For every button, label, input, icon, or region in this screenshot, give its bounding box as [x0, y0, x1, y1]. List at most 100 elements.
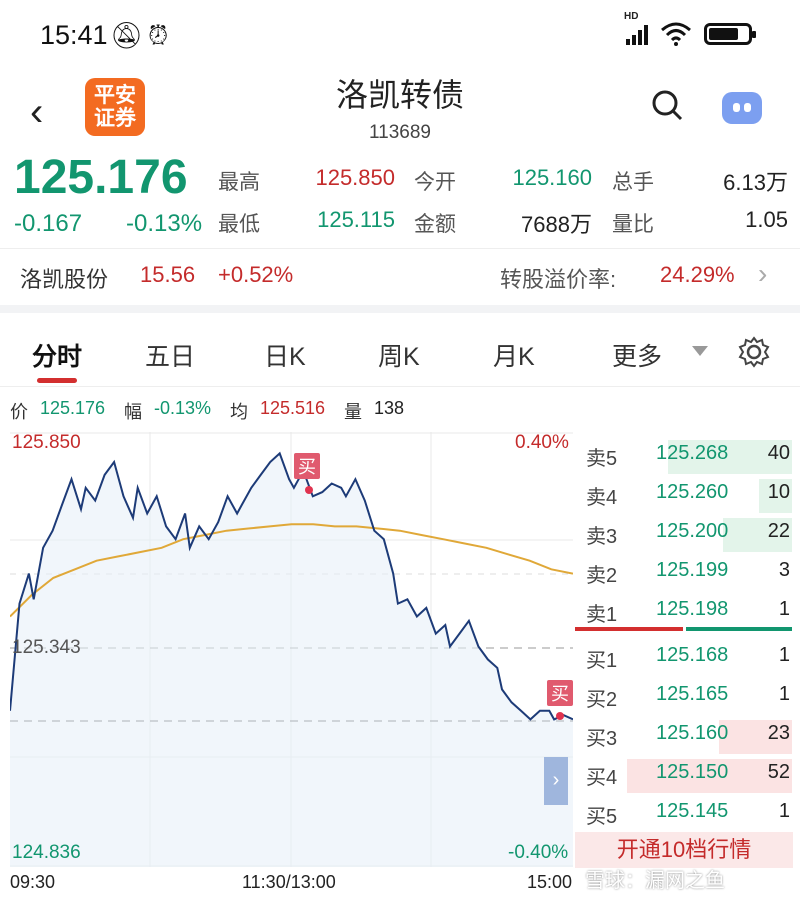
ask-vol: 40 — [767, 442, 790, 464]
info-avg: 125.516 — [260, 398, 326, 418]
bid-vol: 1 — [778, 644, 790, 666]
status-time: 15:41 — [40, 20, 108, 50]
open-level10-button[interactable]: 开通10档行情 — [575, 832, 793, 868]
ask-vol: 3 — [778, 559, 790, 581]
alarm-icon: ⏰︎ — [148, 20, 169, 50]
bid-label: 买1 — [586, 650, 618, 672]
ask-price: 125.260 — [656, 481, 729, 503]
high-value: 125.850 — [315, 165, 395, 190]
high-label: 最高 — [218, 171, 260, 194]
tab-intraday[interactable]: 分时 — [32, 337, 82, 373]
divider — [0, 386, 800, 387]
chart-mid-price: 125.343 — [12, 637, 81, 658]
ask-vol: 10 — [767, 481, 790, 503]
svg-text:买: 买 — [551, 684, 569, 704]
intraday-chart[interactable]: 买 买 — [10, 432, 573, 867]
status-right-icons: HD — [624, 11, 756, 46]
info-avg-label: 均 — [230, 402, 248, 422]
chart-top-price: 125.850 — [12, 432, 81, 453]
tab-more[interactable]: 更多 — [612, 337, 662, 373]
settings-gear-icon[interactable] — [738, 336, 770, 368]
bid-row-5[interactable]: 买5 125.145 1 — [580, 796, 792, 834]
amount-label: 金额 — [414, 213, 456, 236]
info-pct: -0.13% — [154, 398, 212, 418]
bid-label: 买3 — [586, 728, 618, 750]
ask-row-2[interactable]: 卖4 125.260 10 — [580, 477, 792, 515]
underlying-stock-change: +0.52% — [218, 262, 294, 287]
ask-price: 125.198 — [656, 598, 729, 620]
underlying-stock-name[interactable]: 洛凯股份 — [20, 262, 108, 294]
open-value: 125.160 — [512, 165, 592, 190]
bid-label: 买2 — [586, 689, 618, 711]
ask-price: 125.199 — [656, 559, 729, 581]
current-price: 125.176 — [14, 151, 188, 204]
bid-price: 125.150 — [656, 761, 729, 783]
svg-text:买: 买 — [298, 457, 316, 477]
section-separator — [0, 305, 800, 313]
bid-label: 买4 — [586, 767, 618, 789]
amount-value: 7688万 — [521, 212, 592, 237]
premium-value: 24.29% — [660, 262, 735, 287]
bid-row-2[interactable]: 买2 125.165 1 — [580, 679, 792, 717]
info-price: 125.176 — [40, 398, 106, 418]
premium-label: 转股溢价率: — [500, 267, 617, 292]
ask-label: 卖1 — [586, 604, 618, 626]
mute-icon: 🔕︎ — [110, 20, 144, 50]
price-change-pct: -0.13% — [126, 210, 203, 237]
x-label-start: 09:30 — [10, 872, 56, 892]
chart-bottom-price: 124.836 — [12, 842, 81, 863]
watermark: 雪球：漏网之鱼 — [585, 870, 725, 892]
bid-row-4[interactable]: 买4 125.150 52 — [580, 757, 792, 795]
ask-label: 卖4 — [586, 487, 618, 509]
low-label: 最低 — [218, 213, 260, 236]
bid-divider — [686, 627, 792, 631]
tab-daily-k[interactable]: 日K — [264, 337, 306, 373]
status-bar: 15:41 🔕︎ ⏰︎ HD — [0, 0, 800, 70]
signal-icon: HD — [624, 11, 648, 45]
tab-monthly-k[interactable]: 月K — [493, 337, 535, 373]
bid-vol: 1 — [778, 800, 790, 822]
low-value: 125.115 — [317, 207, 395, 232]
info-vol-label: 量 — [344, 402, 362, 422]
bid-price: 125.165 — [656, 683, 729, 705]
bid-row-1[interactable]: 买1 125.168 1 — [580, 640, 792, 678]
active-tab-indicator — [37, 378, 77, 383]
tab-weekly-k[interactable]: 周K — [378, 337, 420, 373]
battery-icon — [704, 23, 756, 45]
ratio-label: 量比 — [612, 213, 654, 236]
price-change: -0.167 — [14, 210, 83, 237]
search-icon[interactable] — [650, 88, 684, 122]
ask-divider — [575, 627, 683, 631]
info-pct-label: 幅 — [124, 402, 142, 422]
bid-price: 125.168 — [656, 644, 729, 666]
expand-panel-arrow-icon[interactable]: › — [544, 757, 568, 805]
security-code: 113689 — [369, 122, 431, 143]
ask-label: 卖5 — [586, 448, 618, 470]
ask-row-1[interactable]: 卖5 125.268 40 — [580, 438, 792, 476]
tab-five-day[interactable]: 五日 — [145, 337, 195, 373]
x-label-mid: 11:30/13:00 — [242, 872, 336, 892]
ask-row-4[interactable]: 卖2 125.199 3 — [580, 555, 792, 593]
ask-price: 125.268 — [656, 442, 729, 464]
bid-label: 买5 — [586, 806, 618, 828]
assistant-robot-icon[interactable] — [722, 92, 762, 124]
ask-price: 125.200 — [656, 520, 729, 542]
ask-label: 卖2 — [586, 565, 618, 587]
bid-vol: 23 — [767, 722, 790, 744]
ask-row-3[interactable]: 卖3 125.200 22 — [580, 516, 792, 554]
divider — [0, 248, 800, 249]
dropdown-arrow-icon[interactable] — [692, 346, 708, 356]
bid-vol: 1 — [778, 683, 790, 705]
open-label: 今开 — [414, 171, 456, 194]
ask-vol: 22 — [767, 520, 790, 542]
bid-row-3[interactable]: 买3 125.160 23 — [580, 718, 792, 756]
bid-price: 125.160 — [656, 722, 729, 744]
info-vol: 138 — [374, 398, 405, 418]
chart-top-pct: 0.40% — [515, 432, 569, 453]
x-label-end: 15:00 — [527, 872, 573, 892]
volume-value: 6.13万 — [723, 170, 788, 195]
info-price-label: 价 — [10, 402, 28, 422]
chevron-right-icon[interactable]: › — [758, 258, 767, 290]
wifi-icon — [661, 22, 691, 46]
ratio-value: 1.05 — [745, 207, 788, 232]
